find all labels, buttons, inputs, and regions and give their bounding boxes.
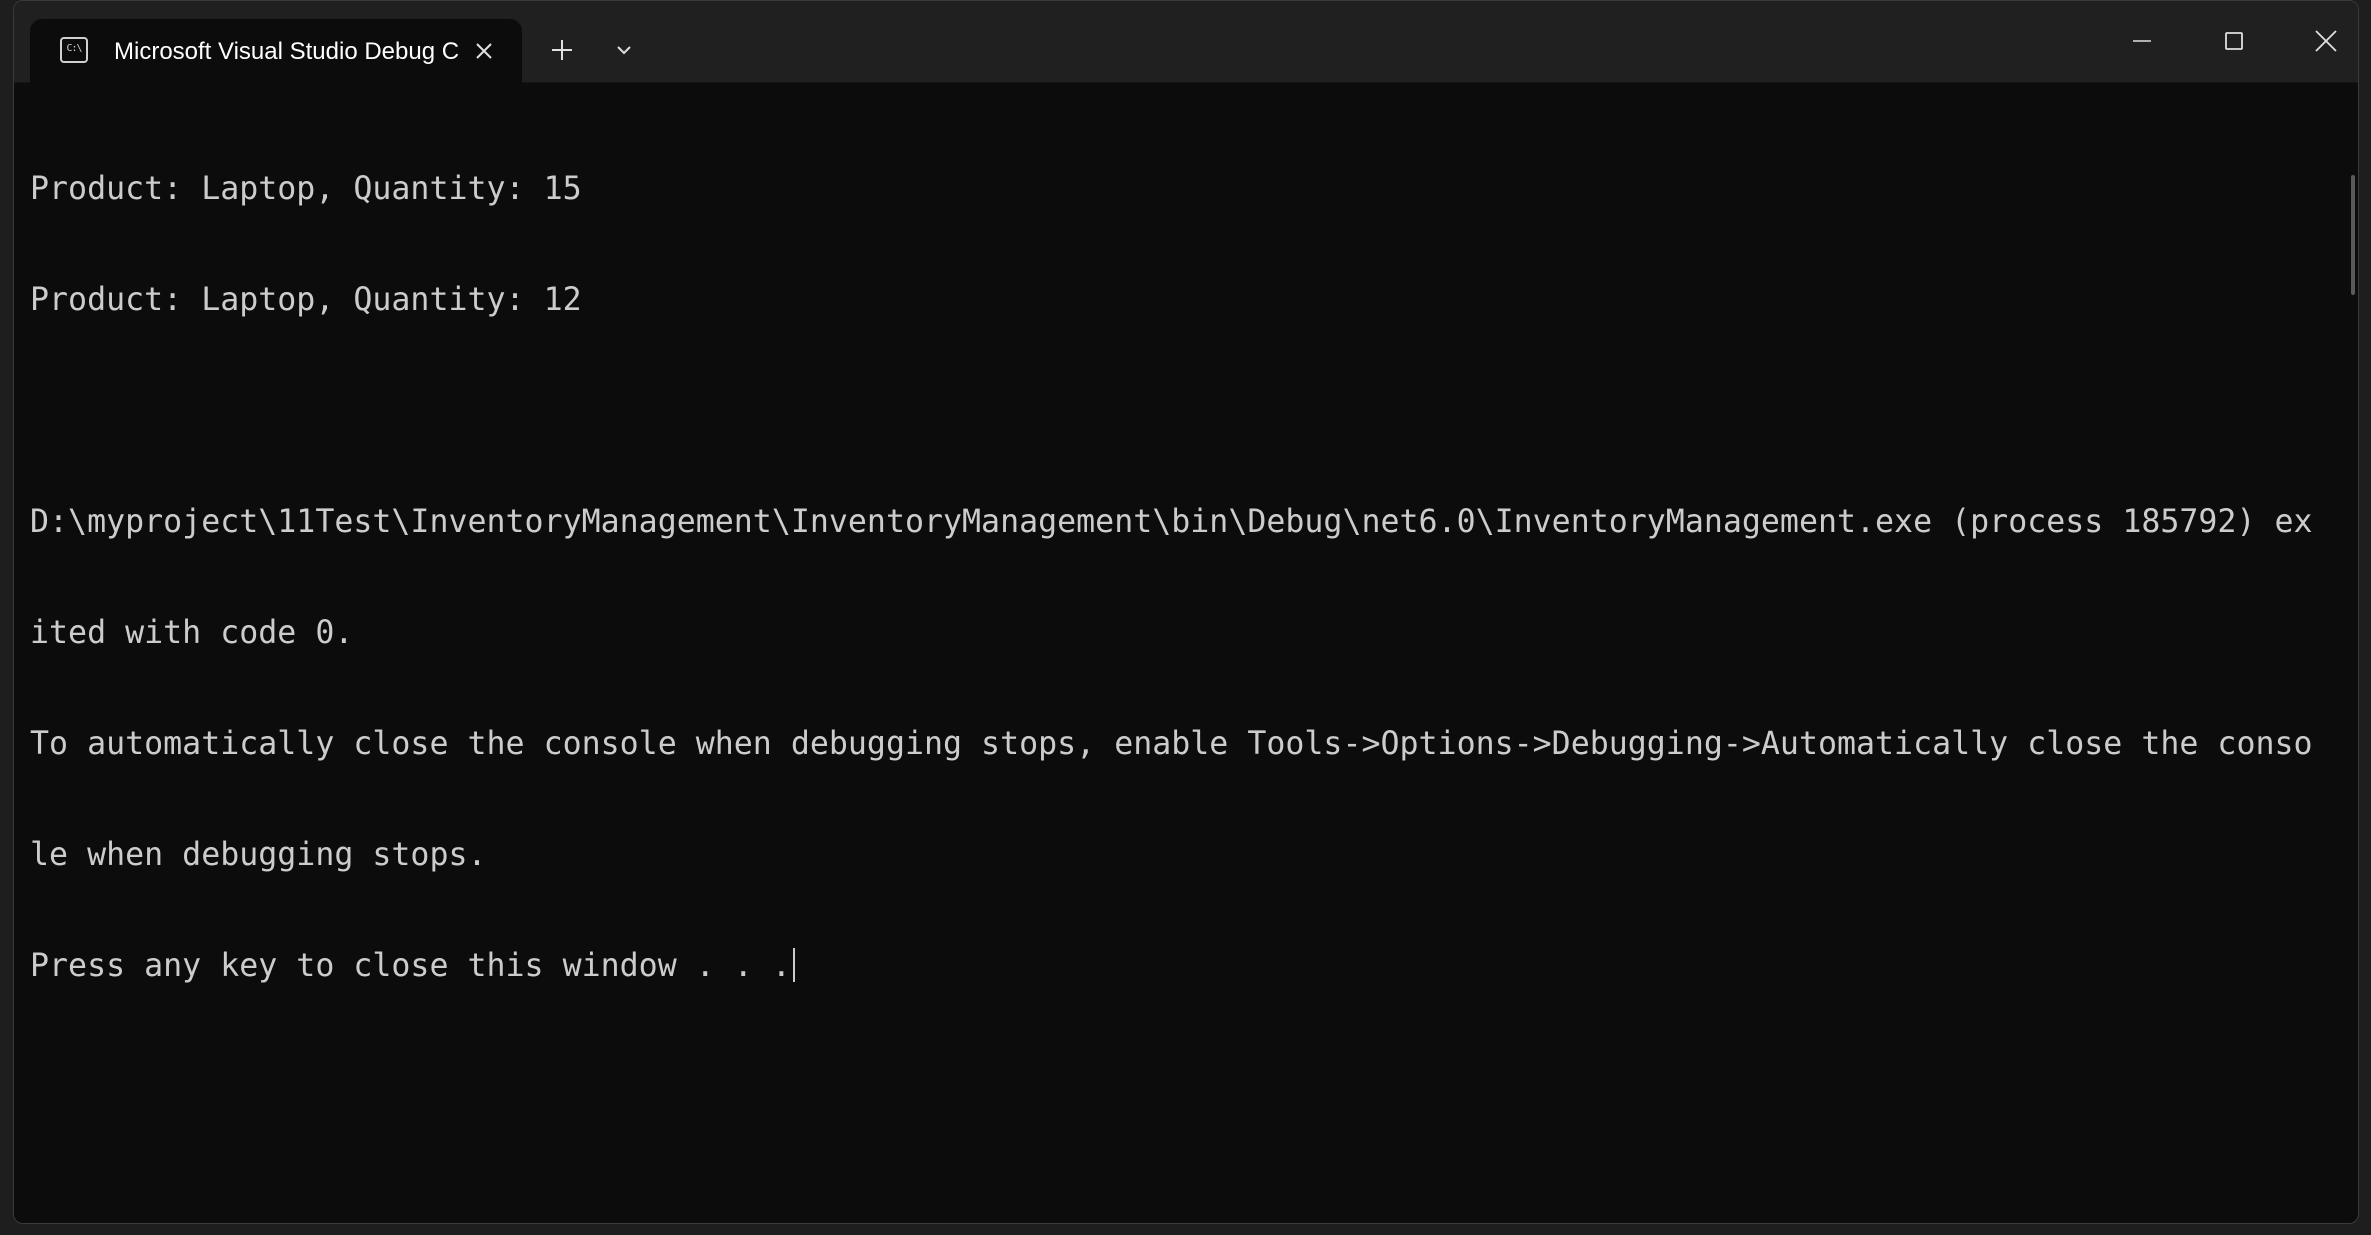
close-window-button[interactable] xyxy=(2280,1,2358,81)
maximize-icon xyxy=(2225,32,2243,50)
scrollbar[interactable] xyxy=(2344,83,2358,1213)
maximize-button[interactable] xyxy=(2188,1,2280,81)
console-icon: C:\ xyxy=(60,37,88,63)
close-icon xyxy=(476,43,492,59)
chevron-down-icon xyxy=(617,46,631,55)
tab-title: Microsoft Visual Studio Debug Console xyxy=(114,38,460,65)
console-line: ited with code 0. xyxy=(30,615,354,651)
scrollbar-thumb[interactable] xyxy=(2351,175,2355,295)
console-line: Product: Laptop, Quantity: 15 xyxy=(30,171,582,207)
console-prompt-text: Press any key to close this window . . . xyxy=(30,948,791,984)
console-output[interactable]: Product: Laptop, Quantity: 15 Product: L… xyxy=(30,97,2330,1207)
tab-debug-console[interactable]: C:\ Microsoft Visual Studio Debug Consol… xyxy=(30,19,522,83)
minimize-button[interactable] xyxy=(2096,1,2188,81)
close-tab-button[interactable] xyxy=(466,33,502,69)
terminal-window: C:\ Microsoft Visual Studio Debug Consol… xyxy=(13,0,2359,1224)
console-line: Product: Laptop, Quantity: 12 xyxy=(30,282,582,318)
title-bar[interactable]: C:\ Microsoft Visual Studio Debug Consol… xyxy=(14,1,2358,83)
console-line: D:\myproject\11Test\InventoryManagement\… xyxy=(30,504,2313,540)
plus-icon xyxy=(552,40,572,60)
tab-dropdown-button[interactable] xyxy=(600,27,648,73)
console-line: To automatically close the console when … xyxy=(30,726,2313,762)
minimize-icon xyxy=(2133,40,2151,42)
new-tab-button[interactable] xyxy=(538,27,586,73)
console-line: le when debugging stops. xyxy=(30,837,487,873)
console-prompt-line: Press any key to close this window . . . xyxy=(30,948,2330,985)
close-icon xyxy=(2315,30,2337,52)
text-cursor xyxy=(792,948,795,982)
